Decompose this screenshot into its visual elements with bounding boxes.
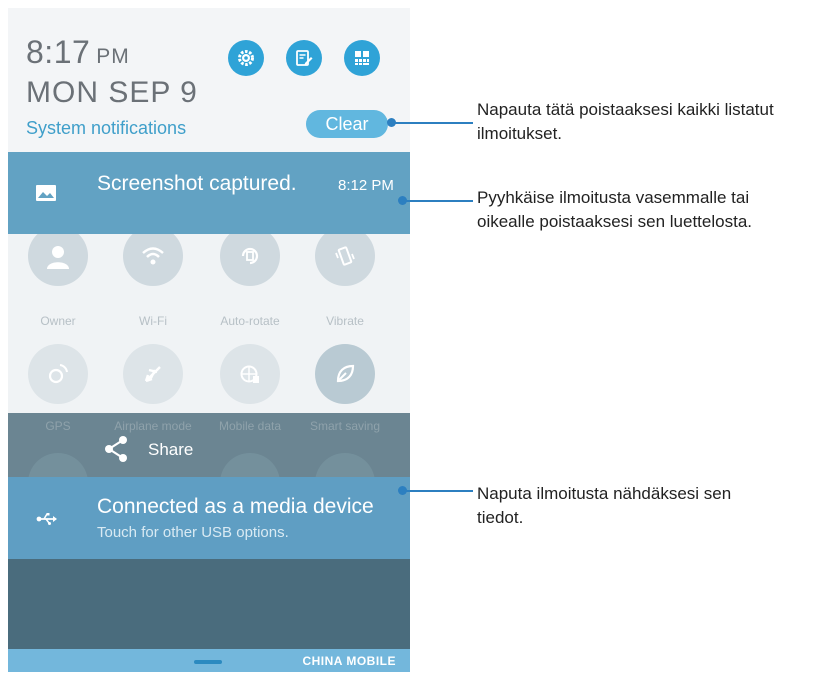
clock-time: 8:17	[26, 34, 91, 70]
notification-title: Screenshot captured.	[97, 172, 297, 195]
notification-screenshot[interactable]: Screenshot captured. 8:12 PM	[8, 152, 410, 234]
qs-label-gps: GPS	[45, 419, 71, 433]
wifi-icon	[142, 247, 164, 265]
qs-label-mobile-data: Mobile data	[218, 419, 282, 433]
carrier-label: CHINA MOBILE	[302, 654, 396, 668]
share-label: Share	[148, 440, 194, 459]
callout-line2: ilmoitukset.	[477, 124, 563, 143]
settings-button[interactable]	[228, 40, 264, 76]
mobile-data-icon	[240, 365, 259, 383]
quick-settings-grid: Owner Wi-Fi Auto-rotate Vibrate	[8, 234, 410, 414]
vibrate-icon	[335, 246, 355, 266]
usb-icon	[36, 513, 57, 525]
qs-tile-owner[interactable]	[28, 234, 88, 286]
share-icon	[105, 436, 127, 462]
panel-bottom-bar: CHINA MOBILE	[8, 649, 410, 672]
quick-settings-button[interactable]	[344, 40, 380, 76]
callout-line-tap	[403, 490, 473, 492]
drag-handle[interactable]	[194, 660, 222, 664]
qs-tile-gps[interactable]	[28, 344, 88, 404]
qs-label-airplane: Airplane mode	[114, 419, 192, 433]
qs-label-smart-saving: Smart saving	[309, 419, 381, 433]
auto-rotate-icon	[241, 247, 259, 265]
qs-tile-smart-saving[interactable]	[315, 344, 375, 404]
notification-usb[interactable]: Connected as a media device Touch for ot…	[8, 477, 410, 559]
date-label: MON SEP 9	[26, 76, 198, 109]
edit-button[interactable]	[286, 40, 322, 76]
clear-button[interactable]: Clear	[306, 110, 388, 138]
qs-label-wifi: Wi-Fi	[139, 314, 167, 328]
settings-icon	[238, 50, 254, 66]
qs-label-owner: Owner	[40, 314, 76, 328]
callout-line1: Naputa ilmoitusta nähdäksesi sen	[477, 484, 732, 503]
share-bar[interactable]: GPS Airplane mode Mobile data Smart savi…	[8, 413, 410, 513]
notification-subtitle: Touch for other USB options.	[97, 524, 289, 541]
leaf-icon	[336, 364, 355, 383]
clock: 8:17 PM	[26, 34, 130, 71]
qs-label-vibrate: Vibrate	[326, 314, 364, 328]
notification-time: 8:12 PM	[338, 177, 394, 194]
callout-line1: Napauta tätä poistaaksesi kaikki listatu…	[477, 100, 774, 119]
avatar-icon	[47, 246, 69, 269]
qs-tile-wifi[interactable]	[123, 234, 183, 286]
qs-tile-auto-rotate[interactable]	[220, 234, 280, 286]
qs-tile-mobile-data[interactable]	[220, 344, 280, 404]
clock-ampm: PM	[96, 45, 130, 68]
callout-line1: Pyyhkäise ilmoitusta vasemmalle tai	[477, 188, 750, 207]
callout-line-swipe	[403, 200, 473, 202]
empty-notification-area	[8, 559, 410, 649]
system-notifications-link[interactable]: System notifications	[26, 118, 186, 139]
edit-icon	[296, 50, 313, 66]
notification-title: Connected as a media device	[97, 495, 374, 518]
gps-icon	[48, 364, 68, 384]
callout-line2: oikealle poistaaksesi sen luettelosta.	[477, 212, 752, 231]
image-icon	[36, 185, 56, 201]
callout-line2: tiedot.	[477, 508, 524, 527]
notification-panel: 8:17 PM MON SEP 9 System notifications C…	[8, 8, 410, 672]
qs-label-auto-rotate: Auto-rotate	[220, 314, 280, 328]
callout-text-clear: Napauta tätä poistaaksesi kaikki listatu…	[477, 98, 836, 146]
qs-tile-airplane[interactable]	[123, 344, 183, 404]
callout-line-clear	[392, 122, 473, 124]
airplane-icon	[144, 366, 161, 383]
callout-text-tap: Naputa ilmoitusta nähdäksesi sen tiedot.	[477, 482, 836, 530]
quick-settings-grid-icon	[355, 51, 369, 65]
qs-tile-vibrate[interactable]	[315, 234, 375, 286]
callout-text-swipe: Pyyhkäise ilmoitusta vasemmalle tai oike…	[477, 186, 836, 234]
